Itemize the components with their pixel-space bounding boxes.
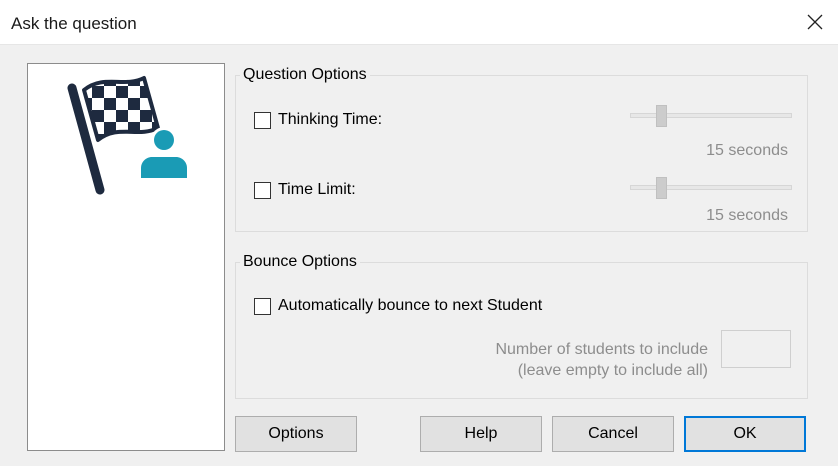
auto-bounce-checkbox-row[interactable]: Automatically bounce to next Student (254, 297, 542, 315)
flag-with-student-icon (67, 76, 190, 195)
auto-bounce-checkbox[interactable] (254, 297, 271, 315)
options-button[interactable]: Options (235, 416, 357, 452)
thinking-time-checkbox[interactable] (254, 111, 271, 129)
window-title: Ask the question (11, 14, 137, 33)
thinking-time-slider-thumb[interactable] (656, 105, 667, 127)
help-button[interactable]: Help (420, 416, 542, 452)
time-limit-label: Time Limit: (278, 181, 356, 198)
thinking-time-checkbox-row[interactable]: Thinking Time: (254, 111, 382, 129)
auto-bounce-label: Automatically bounce to next Student (278, 297, 543, 314)
students-count-input[interactable] (721, 330, 791, 368)
time-limit-slider-track (630, 185, 792, 190)
time-limit-slider-thumb[interactable] (656, 177, 667, 199)
thinking-time-value: 15 seconds (706, 142, 788, 159)
close-button[interactable] (798, 6, 832, 38)
ok-button[interactable]: OK (684, 416, 806, 452)
title-bar: Ask the question (0, 0, 838, 45)
thinking-time-label: Thinking Time: (278, 111, 383, 128)
thinking-time-slider[interactable] (630, 105, 792, 127)
close-icon (807, 14, 823, 30)
thinking-time-slider-track (630, 113, 792, 118)
question-options-title: Question Options (240, 66, 370, 84)
image-panel (27, 63, 225, 451)
students-count-label: Number of students to include (leave emp… (430, 339, 708, 381)
time-limit-value: 15 seconds (706, 207, 788, 224)
time-limit-checkbox-row[interactable]: Time Limit: (254, 181, 356, 199)
time-limit-checkbox[interactable] (254, 181, 271, 199)
time-limit-slider[interactable] (630, 177, 792, 199)
bounce-options-title: Bounce Options (240, 253, 360, 271)
students-count-label-line1: Number of students to include (495, 341, 708, 358)
students-count-label-line2: (leave empty to include all) (517, 362, 708, 379)
cancel-button[interactable]: Cancel (552, 416, 674, 452)
